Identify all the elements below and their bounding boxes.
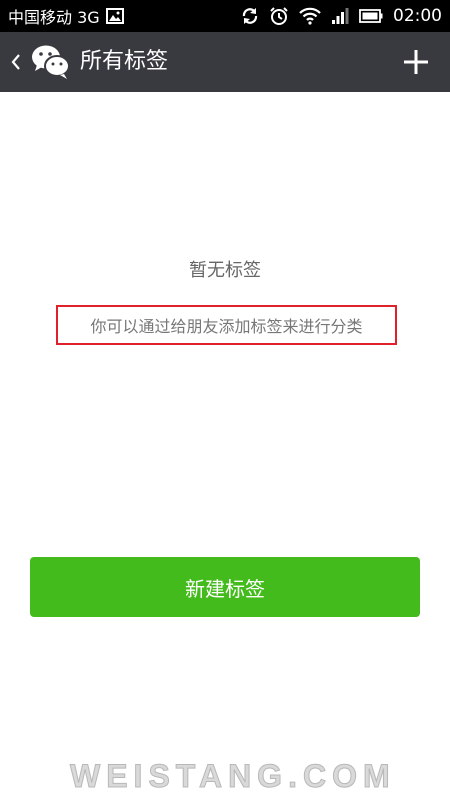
add-tag-button[interactable] — [402, 48, 430, 76]
signal-icon — [331, 8, 349, 24]
sync-icon — [241, 7, 259, 25]
back-arrow-icon[interactable] — [10, 52, 22, 76]
empty-state-title: 暂无标签 — [189, 260, 261, 281]
highlight-box: 你可以通过给朋友添加标签来进行分类 — [56, 305, 397, 345]
image-icon — [105, 8, 124, 24]
plus-icon — [404, 50, 428, 74]
alarm-icon — [269, 6, 289, 26]
battery-icon — [359, 9, 383, 23]
status-bar: 中国移动 3G 02:00 — [0, 0, 450, 32]
empty-state-description: 你可以通过给朋友添加标签来进行分类 — [90, 317, 363, 336]
title-bar: 所有标签 — [0, 32, 450, 92]
status-time: 02:00 — [393, 6, 442, 26]
wifi-icon — [299, 7, 321, 25]
new-tag-button[interactable]: 新建标签 — [30, 557, 420, 617]
page-title: 所有标签 — [80, 49, 169, 74]
wechat-logo-icon[interactable] — [31, 43, 71, 85]
carrier-text: 中国移动 3G — [8, 8, 100, 27]
status-left: 中国移动 3G — [0, 4, 124, 28]
watermark-text: WEISTANG.COM — [70, 758, 396, 795]
status-right: 02:00 — [241, 6, 450, 26]
